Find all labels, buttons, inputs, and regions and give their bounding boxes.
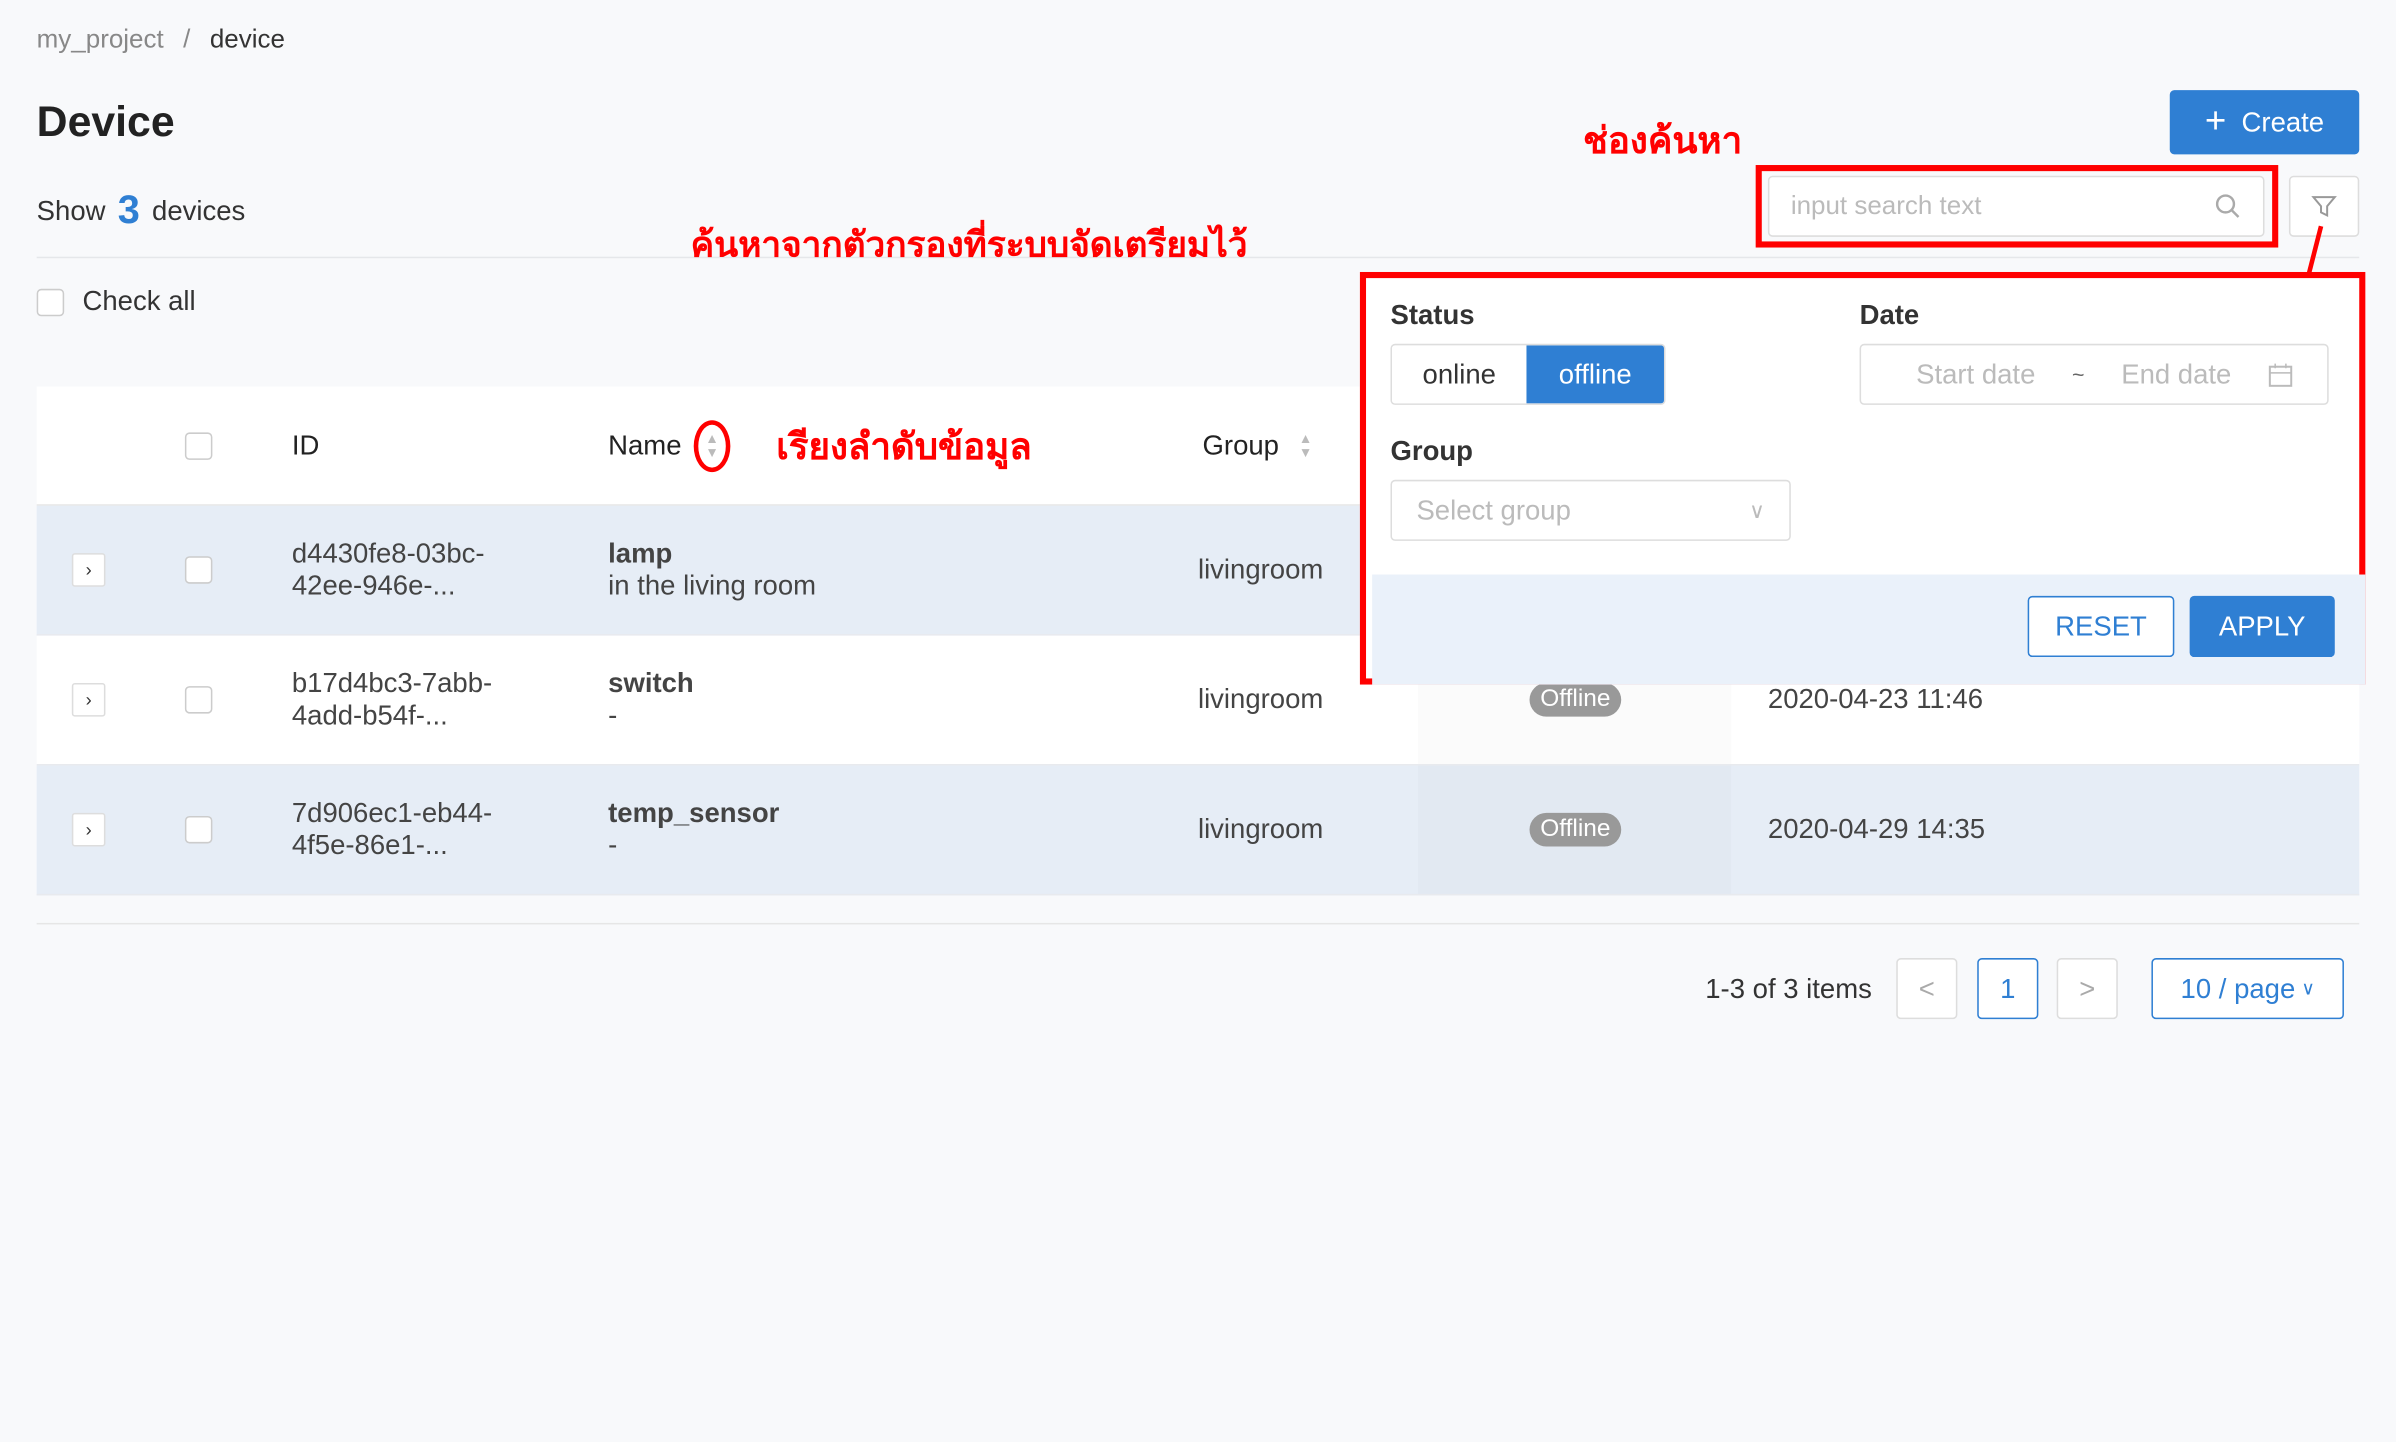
breadcrumb-separator: / <box>183 24 191 54</box>
status-badge: Offline <box>1529 683 1622 717</box>
annotation-search: ช่องค้นหา <box>1583 120 1743 162</box>
search-placeholder: input search text <box>1790 191 1982 221</box>
pagination-summary: 1-3 of 3 items <box>1705 973 1872 1004</box>
count-value: 3 <box>117 186 140 233</box>
device-description: in the living room <box>608 569 817 601</box>
header-name[interactable]: Name <box>608 429 681 461</box>
page-1-button[interactable]: 1 <box>1977 958 2039 1020</box>
select-all-checkbox[interactable] <box>184 431 213 460</box>
search-icon[interactable] <box>2214 193 2242 221</box>
create-button[interactable]: + Create <box>2169 90 2360 155</box>
breadcrumb: my_project / device <box>37 24 285 55</box>
next-page-button[interactable]: > <box>2056 958 2118 1020</box>
expand-row-button[interactable]: › <box>71 683 106 717</box>
show-suffix: devices <box>152 195 246 227</box>
end-date-input[interactable]: End date <box>2121 358 2231 390</box>
start-date-input[interactable]: Start date <box>1916 358 2035 390</box>
date-range-picker[interactable]: Start date ~ End date <box>1859 343 2329 405</box>
table-row[interactable]: › 7d906ec1-eb44- 4f5e-86e1-... temp_senso… <box>36 765 2360 896</box>
check-all-checkbox[interactable] <box>36 288 65 316</box>
page-size-value: 10 / page <box>2180 972 2296 1004</box>
reset-button[interactable]: RESET <box>2027 595 2175 658</box>
device-description: - <box>608 829 618 861</box>
expand-row-button[interactable]: › <box>71 553 106 587</box>
device-group: livingroom <box>1197 813 1324 845</box>
group-sort-icon[interactable]: ▲ ▼ <box>1299 431 1313 460</box>
annotation-filter: ค้นหาจากตัวกรองที่ระบบจัดเตรียมไว้ <box>690 224 1248 265</box>
page-title: Device <box>36 97 175 146</box>
plus-icon: + <box>2204 100 2227 143</box>
status-label: Status <box>1390 299 1475 331</box>
filter-panel-footer: RESET APPLY <box>1372 574 2366 685</box>
device-page: my_project / device Device Show 3 devices … <box>0 0 2396 1442</box>
check-all-label: Check all <box>82 285 196 317</box>
row-checkbox[interactable] <box>184 556 213 584</box>
device-name-title: switch <box>608 667 694 699</box>
sort-icon[interactable]: ▲ ▼ <box>693 419 731 472</box>
table-footer-divider <box>36 922 2360 925</box>
header-group[interactable]: Group <box>1203 429 1279 461</box>
page-size-select[interactable]: 10 / page ∨ <box>2151 958 2344 1020</box>
status-badge: Offline <box>1529 812 1622 847</box>
device-name-title: temp_sensor <box>608 797 780 829</box>
annotation-sort: เรียงลำดับข้อมูล <box>776 426 1032 468</box>
device-count: Show 3 devices <box>37 186 246 233</box>
row-checkbox[interactable] <box>184 815 213 844</box>
group-label: Group <box>1390 435 1473 467</box>
device-id: b17d4bc3-7abb- 4add-b54f-... <box>291 667 493 731</box>
header-id: ID <box>291 429 320 460</box>
apply-button[interactable]: APPLY <box>2189 595 2335 658</box>
device-description: - <box>608 699 618 731</box>
expand-row-button[interactable]: › <box>71 812 106 847</box>
device-group: livingroom <box>1197 553 1324 585</box>
device-name: temp_sensor - <box>608 798 779 862</box>
date-label: Date <box>1859 299 1920 331</box>
device-date: 2020-04-29 14:35 <box>1767 813 1986 845</box>
filter-icon <box>2311 196 2337 218</box>
breadcrumb-current: device <box>209 24 285 54</box>
check-all[interactable]: Check all <box>36 285 196 318</box>
status-offline-option[interactable]: offline <box>1526 345 1664 404</box>
breadcrumb-project[interactable]: my_project <box>37 24 164 53</box>
status-online-option[interactable]: online <box>1392 345 1527 404</box>
calendar-icon <box>2269 362 2293 387</box>
row-checkbox[interactable] <box>184 686 213 714</box>
device-group: livingroom <box>1197 683 1324 715</box>
chevron-down-icon: ∨ <box>2301 977 2315 1000</box>
device-id: 7d906ec1-eb44- 4f5e-86e1-... <box>291 797 493 861</box>
device-name: lamp in the living room <box>608 538 816 602</box>
group-select[interactable]: Select group ∨ <box>1390 479 1791 541</box>
date-separator: ~ <box>2072 362 2085 387</box>
device-name-title: lamp <box>608 537 673 569</box>
chevron-down-icon: ∨ <box>1749 497 1765 522</box>
device-id: d4430fe8-03bc- 42ee-946e-... <box>291 537 485 601</box>
group-placeholder: Select group <box>1416 494 1571 525</box>
show-prefix: Show <box>36 195 106 227</box>
device-date: 2020-04-23 11:46 <box>1767 683 1984 715</box>
filter-panel: Status online offline Date Start date ~ … <box>1359 271 2366 685</box>
device-name: switch - <box>608 668 694 732</box>
create-label: Create <box>2241 106 2325 137</box>
prev-page-button[interactable]: < <box>1896 958 1958 1020</box>
search-input[interactable]: input search text <box>1767 175 2265 237</box>
status-toggle: online offline <box>1390 343 1666 405</box>
